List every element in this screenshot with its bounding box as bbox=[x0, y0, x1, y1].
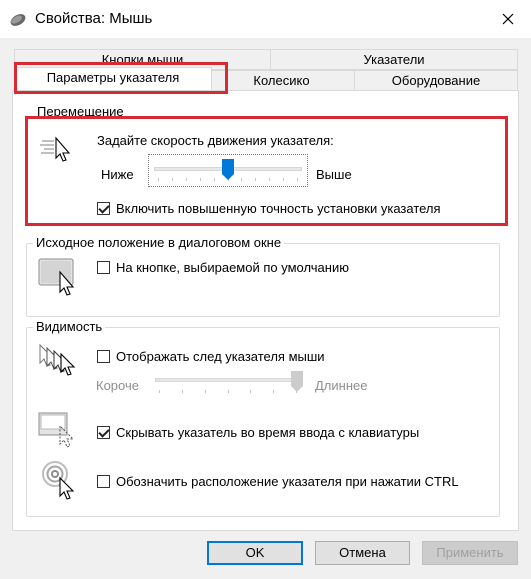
apply-button[interactable]: Применить bbox=[422, 541, 518, 565]
close-button[interactable] bbox=[485, 0, 531, 38]
snap-to-checkbox[interactable] bbox=[97, 261, 110, 274]
tab-wheel[interactable]: Колесико bbox=[208, 70, 355, 91]
mouse-icon bbox=[10, 14, 26, 26]
trails-short-label: Короче bbox=[96, 378, 139, 393]
trails-slider-thumb[interactable] bbox=[291, 371, 303, 393]
ok-button[interactable]: OK bbox=[207, 541, 303, 565]
hide-pointer-checkbox[interactable] bbox=[97, 426, 110, 439]
slider-tick bbox=[159, 390, 160, 393]
cancel-button[interactable]: Отмена bbox=[315, 541, 410, 565]
tab-pointers[interactable]: Указатели bbox=[270, 49, 518, 70]
trails-label[interactable]: Отображать след указателя мыши bbox=[116, 349, 325, 364]
highlight-motion bbox=[25, 116, 508, 226]
slider-tick bbox=[205, 390, 206, 393]
tab-hardware[interactable]: Оборудование bbox=[354, 70, 518, 91]
slider-tick bbox=[228, 390, 229, 393]
trails-slider[interactable] bbox=[150, 370, 306, 400]
snap-group-label: Исходное положение в диалоговом окне bbox=[33, 235, 285, 250]
ctrl-location-checkbox[interactable] bbox=[97, 475, 110, 488]
visibility-group-label: Видимость bbox=[33, 319, 106, 334]
trails-checkbox[interactable] bbox=[97, 350, 110, 363]
hide-pointer-label[interactable]: Скрывать указатель во время ввода с клав… bbox=[116, 425, 419, 440]
window-title: Свойства: Мышь bbox=[35, 10, 153, 27]
highlight-tab bbox=[14, 62, 228, 94]
hide-pointer-icon bbox=[38, 412, 75, 448]
snap-group-frame bbox=[26, 243, 500, 317]
trails-slider-ticks bbox=[159, 390, 297, 394]
show-location-ctrl-icon bbox=[42, 461, 75, 500]
slider-tick bbox=[273, 390, 274, 393]
pointer-trails-icon bbox=[39, 343, 76, 376]
trails-long-label: Длиннее bbox=[315, 378, 368, 393]
snap-to-label[interactable]: На кнопке, выбираемой по умолчанию bbox=[116, 260, 349, 275]
ctrl-location-label[interactable]: Обозначить расположение указателя при на… bbox=[116, 474, 459, 489]
title-bar: Свойства: Мышь bbox=[0, 0, 531, 38]
slider-tick bbox=[250, 390, 251, 393]
snap-to-default-icon bbox=[38, 258, 75, 296]
slider-tick bbox=[182, 390, 183, 393]
trails-slider-track bbox=[155, 378, 301, 382]
close-icon bbox=[502, 13, 514, 25]
